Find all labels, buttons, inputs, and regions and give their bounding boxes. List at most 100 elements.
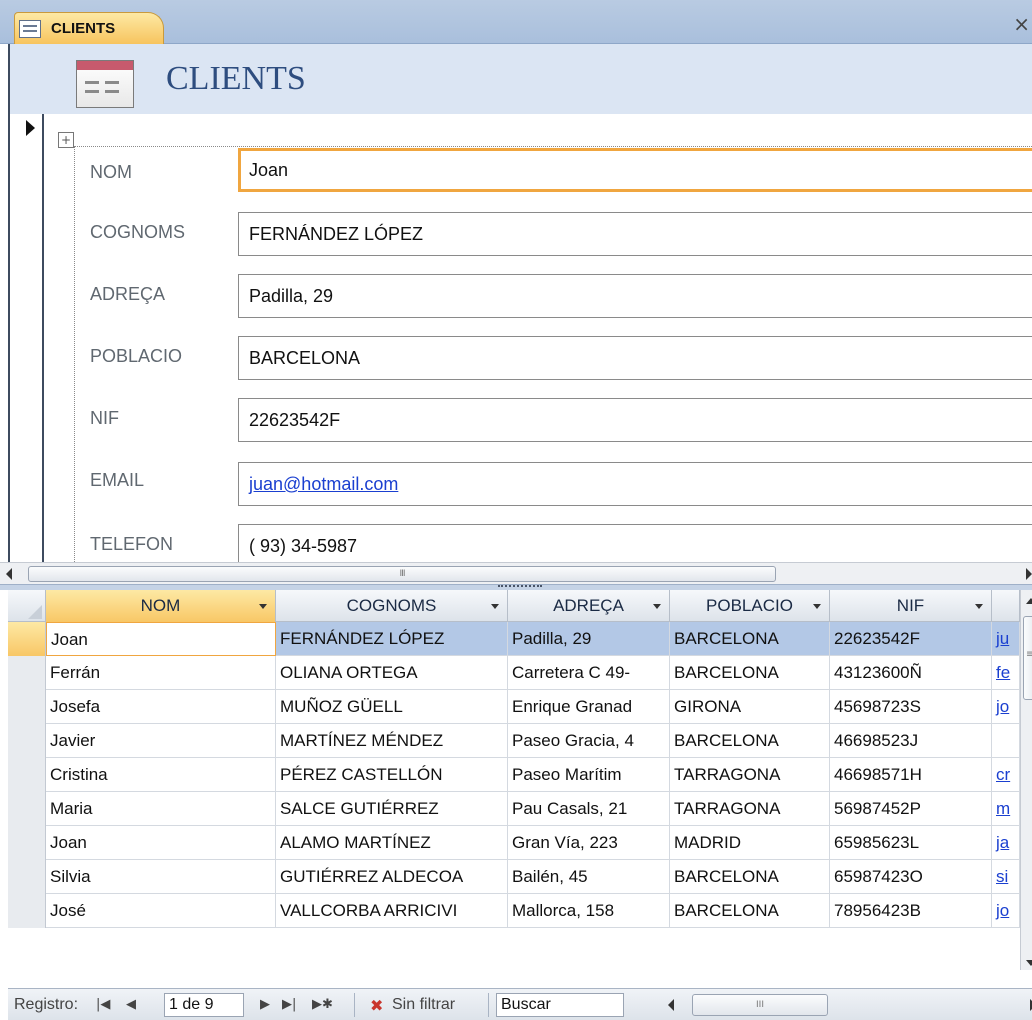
cell-nom[interactable]: Javier bbox=[46, 724, 276, 758]
row-selector[interactable] bbox=[8, 724, 46, 758]
row-selector[interactable] bbox=[8, 792, 46, 826]
cell-adreca[interactable]: Carretera C 49- bbox=[508, 656, 670, 690]
cell-email[interactable]: fe bbox=[992, 656, 1020, 690]
filter-off-icon[interactable]: ✖ bbox=[370, 996, 383, 1015]
table-row[interactable]: Silvia GUTIÉRREZ ALDECOA Bailén, 45 BARC… bbox=[8, 860, 1032, 894]
column-header-poblacio[interactable]: POBLACIO bbox=[670, 590, 830, 622]
adreca-field[interactable]: Padilla, 29 bbox=[238, 274, 1032, 318]
scroll-thumb[interactable] bbox=[1023, 616, 1032, 700]
cell-cognoms[interactable]: MUÑOZ GÜELL bbox=[276, 690, 508, 724]
cell-adreca[interactable]: Padilla, 29 bbox=[508, 622, 670, 656]
cell-poblacio[interactable]: GIRONA bbox=[670, 690, 830, 724]
column-header-adreca[interactable]: ADREÇA bbox=[508, 590, 670, 622]
cell-cognoms[interactable]: GUTIÉRREZ ALDECOA bbox=[276, 860, 508, 894]
table-row[interactable]: Joan FERNÁNDEZ LÓPEZ Padilla, 29 BARCELO… bbox=[8, 622, 1032, 656]
chevron-down-icon[interactable] bbox=[975, 604, 983, 609]
column-header-cognoms[interactable]: COGNOMS bbox=[276, 590, 508, 622]
cell-nif[interactable]: 43123600Ñ bbox=[830, 656, 992, 690]
row-selector[interactable] bbox=[8, 656, 46, 690]
first-record-button[interactable]: |◀ bbox=[96, 997, 110, 1012]
cell-adreca[interactable]: Paseo Marítim bbox=[508, 758, 670, 792]
cell-poblacio[interactable]: BARCELONA bbox=[670, 894, 830, 928]
cell-nif[interactable]: 65985623L bbox=[830, 826, 992, 860]
datasheet-vertical-scrollbar[interactable] bbox=[1020, 590, 1032, 970]
table-row[interactable]: Ferrán OLIANA ORTEGA Carretera C 49- BAR… bbox=[8, 656, 1032, 690]
cell-poblacio[interactable]: BARCELONA bbox=[670, 656, 830, 690]
row-selector[interactable] bbox=[8, 826, 46, 860]
chevron-down-icon[interactable] bbox=[653, 604, 661, 609]
search-input[interactable]: Buscar bbox=[496, 993, 624, 1017]
filter-status-button[interactable]: Sin filtrar bbox=[392, 996, 455, 1014]
cell-nif[interactable]: 46698523J bbox=[830, 724, 992, 758]
cell-adreca[interactable]: Pau Casals, 21 bbox=[508, 792, 670, 826]
scroll-thumb[interactable]: III bbox=[692, 994, 828, 1016]
scroll-right-icon[interactable] bbox=[1026, 568, 1032, 580]
table-row[interactable]: Maria SALCE GUTIÉRREZ Pau Casals, 21 TAR… bbox=[8, 792, 1032, 826]
cell-cognoms[interactable]: SALCE GUTIÉRREZ bbox=[276, 792, 508, 826]
cell-nom[interactable]: Cristina bbox=[46, 758, 276, 792]
column-header-nom[interactable]: NOM bbox=[46, 590, 276, 622]
scroll-up-icon[interactable] bbox=[1026, 598, 1032, 604]
column-header-nif[interactable]: NIF bbox=[830, 590, 992, 622]
table-row[interactable]: Josefa MUÑOZ GÜELL Enrique Granad GIRONA… bbox=[8, 690, 1032, 724]
row-selector[interactable] bbox=[8, 860, 46, 894]
cell-adreca[interactable]: Paseo Gracia, 4 bbox=[508, 724, 670, 758]
row-selector[interactable] bbox=[8, 894, 46, 928]
last-record-button[interactable]: ▶| bbox=[282, 997, 296, 1012]
scroll-thumb[interactable]: III bbox=[28, 566, 776, 582]
form-horizontal-scrollbar[interactable]: III bbox=[0, 562, 1032, 584]
cell-nif[interactable]: 22623542F bbox=[830, 622, 992, 656]
table-row[interactable]: Cristina PÉREZ CASTELLÓN Paseo Marítim T… bbox=[8, 758, 1032, 792]
cell-cognoms[interactable]: OLIANA ORTEGA bbox=[276, 656, 508, 690]
scroll-left-icon[interactable] bbox=[668, 999, 674, 1011]
cell-adreca[interactable]: Bailén, 45 bbox=[508, 860, 670, 894]
cell-cognoms[interactable]: MARTÍNEZ MÉNDEZ bbox=[276, 724, 508, 758]
layout-move-handle-icon[interactable]: + bbox=[58, 132, 74, 148]
table-row[interactable]: José VALLCORBA ARRICIVI Mallorca, 158 BA… bbox=[8, 894, 1032, 928]
close-icon[interactable]: × bbox=[1013, 12, 1030, 36]
cell-poblacio[interactable]: BARCELONA bbox=[670, 724, 830, 758]
scroll-left-icon[interactable] bbox=[6, 568, 12, 580]
select-all-corner[interactable] bbox=[8, 590, 46, 622]
cell-nom[interactable]: Maria bbox=[46, 792, 276, 826]
cell-nom[interactable]: José bbox=[46, 894, 276, 928]
cognoms-field[interactable]: FERNÁNDEZ LÓPEZ bbox=[238, 212, 1032, 256]
table-row[interactable]: Javier MARTÍNEZ MÉNDEZ Paseo Gracia, 4 B… bbox=[8, 724, 1032, 758]
record-selector[interactable] bbox=[8, 114, 44, 604]
row-selector[interactable] bbox=[8, 622, 46, 656]
cell-nom[interactable]: Ferrán bbox=[46, 656, 276, 690]
cell-email[interactable]: si bbox=[992, 860, 1020, 894]
chevron-down-icon[interactable] bbox=[813, 604, 821, 609]
previous-record-button[interactable]: ◀ bbox=[126, 997, 136, 1012]
row-selector[interactable] bbox=[8, 690, 46, 724]
cell-poblacio[interactable]: BARCELONA bbox=[670, 622, 830, 656]
cell-nom[interactable]: Joan bbox=[46, 826, 276, 860]
cell-nif[interactable]: 65987423O bbox=[830, 860, 992, 894]
cell-poblacio[interactable]: TARRAGONA bbox=[670, 758, 830, 792]
cell-poblacio[interactable]: BARCELONA bbox=[670, 860, 830, 894]
table-row[interactable]: Joan ALAMO MARTÍNEZ Gran Vía, 223 MADRID… bbox=[8, 826, 1032, 860]
nif-field[interactable]: 22623542F bbox=[238, 398, 1032, 442]
cell-email[interactable]: jo bbox=[992, 690, 1020, 724]
next-record-button[interactable]: ▶ bbox=[260, 997, 270, 1012]
email-field[interactable]: juan@hotmail.com bbox=[238, 462, 1032, 506]
cell-email[interactable]: m bbox=[992, 792, 1020, 826]
chevron-down-icon[interactable] bbox=[259, 604, 267, 609]
datasheet-horizontal-scrollbar[interactable]: III bbox=[664, 993, 1032, 1017]
cell-poblacio[interactable]: MADRID bbox=[670, 826, 830, 860]
cell-nif[interactable]: 78956423B bbox=[830, 894, 992, 928]
cell-cognoms[interactable]: ALAMO MARTÍNEZ bbox=[276, 826, 508, 860]
scroll-down-icon[interactable] bbox=[1026, 960, 1032, 966]
cell-adreca[interactable]: Enrique Granad bbox=[508, 690, 670, 724]
cell-email[interactable]: cr bbox=[992, 758, 1020, 792]
splitter-grip-icon[interactable] bbox=[498, 585, 542, 589]
cell-cognoms[interactable]: VALLCORBA ARRICIVI bbox=[276, 894, 508, 928]
cell-nom[interactable]: Josefa bbox=[46, 690, 276, 724]
cell-nif[interactable]: 45698723S bbox=[830, 690, 992, 724]
cell-email[interactable]: ja bbox=[992, 826, 1020, 860]
poblacio-field[interactable]: BARCELONA bbox=[238, 336, 1032, 380]
cell-cognoms[interactable]: FERNÁNDEZ LÓPEZ bbox=[276, 622, 508, 656]
cell-poblacio[interactable]: TARRAGONA bbox=[670, 792, 830, 826]
cell-adreca[interactable]: Mallorca, 158 bbox=[508, 894, 670, 928]
cell-adreca[interactable]: Gran Vía, 223 bbox=[508, 826, 670, 860]
